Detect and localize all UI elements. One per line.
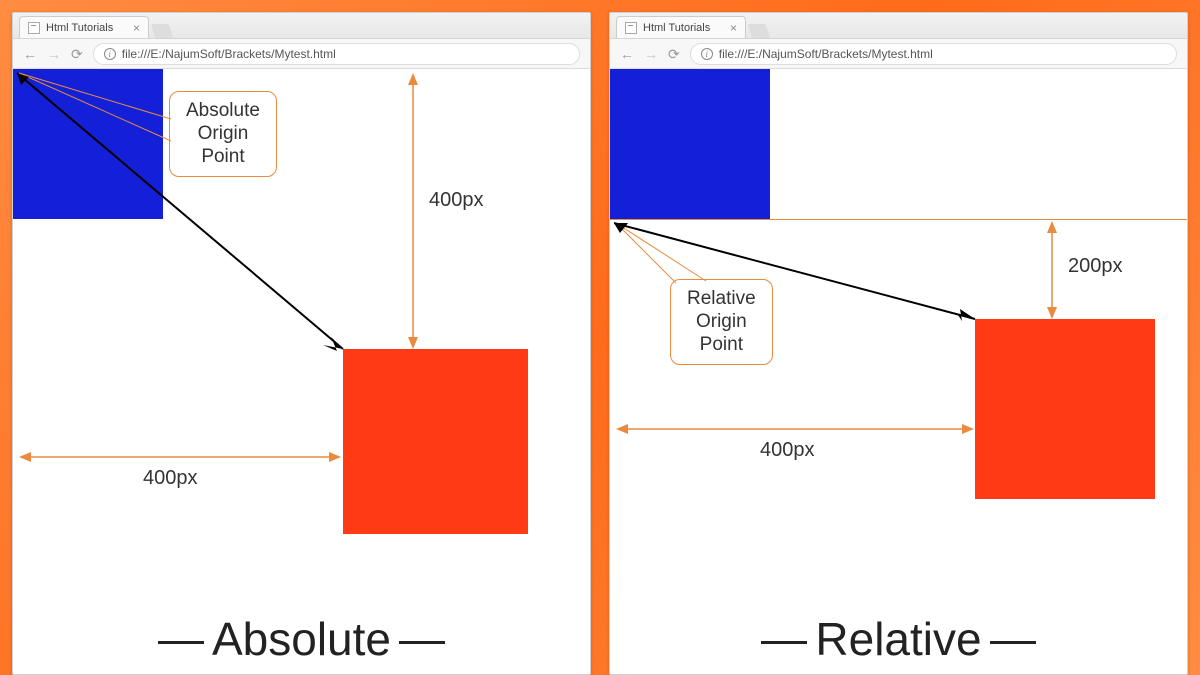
forward-icon: → xyxy=(47,47,61,61)
callout-absolute-origin: Absolute Origin Point xyxy=(169,91,277,177)
browser-toolbar: ← → ⟳ i file:///E:/NajumSoft/Brackets/My… xyxy=(610,39,1187,69)
info-icon[interactable]: i xyxy=(104,48,116,60)
dimension-vertical: 200px xyxy=(1068,255,1123,278)
back-icon[interactable]: ← xyxy=(23,47,37,61)
callout-relative-origin: Relative Origin Point xyxy=(670,279,773,365)
arrowhead-icon xyxy=(614,223,628,233)
red-square xyxy=(975,319,1155,499)
new-tab-button[interactable] xyxy=(748,24,771,38)
browser-tab[interactable]: Html Tutorials × xyxy=(616,16,746,38)
url-text: file:///E:/NajumSoft/Brackets/Mytest.htm… xyxy=(122,47,336,61)
canvas-relative: Relative Origin Point 200px xyxy=(610,69,1187,674)
panel-absolute: Html Tutorials × ← → ⟳ i file:///E:/Naju… xyxy=(12,12,591,675)
back-icon[interactable]: ← xyxy=(620,47,634,61)
panel-relative: Html Tutorials × ← → ⟳ i file:///E:/Naju… xyxy=(609,12,1188,675)
tab-title: Html Tutorials xyxy=(643,22,710,34)
origin-arrow xyxy=(614,223,975,319)
address-bar[interactable]: i file:///E:/NajumSoft/Brackets/Mytest.h… xyxy=(690,43,1177,65)
arrowhead-icon xyxy=(323,337,343,351)
url-text: file:///E:/NajumSoft/Brackets/Mytest.htm… xyxy=(719,47,933,61)
address-bar[interactable]: i file:///E:/NajumSoft/Brackets/Mytest.h… xyxy=(93,43,580,65)
canvas-absolute: Absolute Origin Point 400px xyxy=(13,69,590,674)
callout-pointer xyxy=(616,223,676,283)
reload-icon[interactable]: ⟳ xyxy=(668,47,680,61)
blue-square xyxy=(13,69,163,219)
caption-relative: Relative xyxy=(610,612,1187,666)
browser-tab[interactable]: Html Tutorials × xyxy=(19,16,149,38)
reload-icon[interactable]: ⟳ xyxy=(71,47,83,61)
file-icon xyxy=(28,22,40,34)
blue-square xyxy=(610,69,770,219)
callout-pointer xyxy=(616,223,706,281)
caption-absolute: Absolute xyxy=(13,612,590,666)
arrowhead-icon xyxy=(958,309,975,321)
red-square xyxy=(343,349,528,534)
close-icon[interactable]: × xyxy=(133,22,140,34)
file-icon xyxy=(625,22,637,34)
browser-tabbar: Html Tutorials × xyxy=(610,13,1187,39)
tab-title: Html Tutorials xyxy=(46,22,113,34)
close-icon[interactable]: × xyxy=(730,22,737,34)
browser-tabbar: Html Tutorials × xyxy=(13,13,590,39)
dimension-horizontal: 400px xyxy=(760,439,815,462)
browser-toolbar: ← → ⟳ i file:///E:/NajumSoft/Brackets/My… xyxy=(13,39,590,69)
new-tab-button[interactable] xyxy=(151,24,174,38)
info-icon[interactable]: i xyxy=(701,48,713,60)
dimension-horizontal: 400px xyxy=(143,467,198,490)
dimension-vertical: 400px xyxy=(429,189,484,212)
forward-icon: → xyxy=(644,47,658,61)
relative-baseline xyxy=(610,219,1188,220)
